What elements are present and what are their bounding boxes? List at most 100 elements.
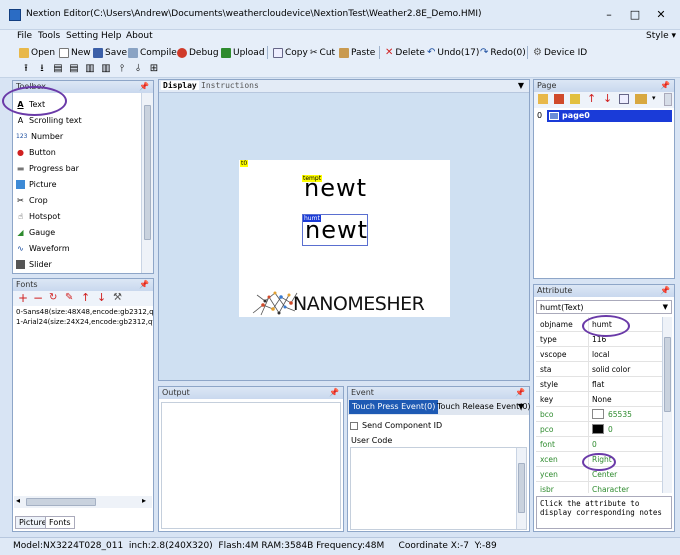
redo-button[interactable]: ↷ Redo(0) xyxy=(480,45,526,60)
attribute-value[interactable]: solid color xyxy=(592,365,630,374)
tab-fonts[interactable]: Fonts xyxy=(45,516,75,529)
attribute-value[interactable]: local xyxy=(592,350,609,359)
send-component-id-checkbox[interactable] xyxy=(350,422,358,430)
tool-waveform[interactable]: ∿ Waveform xyxy=(16,241,69,255)
tool-number[interactable]: 123 Number xyxy=(16,129,63,143)
pin-icon[interactable]: 📌 xyxy=(660,285,670,297)
tool-picture[interactable]: Picture xyxy=(16,177,57,191)
cut-button[interactable]: ✂ Cut xyxy=(310,45,335,60)
same-height-icon[interactable]: ▥ xyxy=(100,63,112,75)
scrollbar-thumb[interactable] xyxy=(664,337,671,412)
menu-setting[interactable]: Setting xyxy=(66,31,98,41)
menu-tools[interactable]: Tools xyxy=(38,31,60,41)
debug-button[interactable]: Debug xyxy=(177,45,219,60)
attribute-value[interactable]: 0 xyxy=(592,440,597,449)
attribute-value[interactable]: None xyxy=(592,395,612,404)
scroll-left-icon[interactable]: ◂ xyxy=(16,496,20,505)
same-width-icon[interactable]: ▥ xyxy=(84,63,96,75)
style-menu[interactable]: Style ▾ xyxy=(646,31,676,41)
align-left-icon[interactable]: ▤ xyxy=(52,63,64,75)
move-down-icon[interactable]: ↓ xyxy=(603,92,612,105)
upload-button[interactable]: Upload xyxy=(221,45,265,60)
humt-text-component[interactable]: humt newt xyxy=(302,214,368,246)
scroll-right-icon[interactable]: ▸ xyxy=(142,496,146,505)
align-bottom-icon[interactable]: ⭳ xyxy=(36,63,48,75)
tool-hotspot[interactable]: ☝ Hotspot xyxy=(16,209,60,223)
delete-button[interactable]: ✕ Delete xyxy=(385,45,425,60)
menu-help[interactable]: Help xyxy=(101,31,122,41)
add-page-icon[interactable] xyxy=(538,94,548,104)
font-item[interactable]: 0-Sans48(size:48X48,encode:gb2312,qyt:82 xyxy=(16,308,153,316)
output-textarea[interactable] xyxy=(161,402,341,529)
pin-icon[interactable]: 📌 xyxy=(139,279,149,291)
compile-button[interactable]: Compile xyxy=(128,45,177,60)
attribute-row-key[interactable]: key None xyxy=(536,392,664,407)
pin-icon[interactable]: 📌 xyxy=(660,80,670,92)
align-top-icon[interactable]: ⭱ xyxy=(20,63,32,75)
tool-button[interactable]: ● Button xyxy=(16,145,56,159)
attribute-value[interactable]: Center xyxy=(592,470,617,479)
attribute-row-font[interactable]: font 0 xyxy=(536,437,664,452)
attribute-row-bco[interactable]: bco 65535 xyxy=(536,407,664,422)
code-scrollbar[interactable] xyxy=(516,448,526,529)
align-right-icon[interactable]: ▤ xyxy=(68,63,80,75)
tool-crop[interactable]: ✂ Crop xyxy=(16,193,48,207)
pin-icon[interactable]: 📌 xyxy=(329,387,339,399)
pin-icon[interactable]: 📌 xyxy=(139,81,149,93)
scrollbar-thumb[interactable] xyxy=(26,498,96,506)
attribute-value[interactable]: 65535 xyxy=(608,410,632,419)
tool-progress-bar[interactable]: ▬ Progress bar xyxy=(16,161,79,175)
copy-page-icon[interactable] xyxy=(619,94,629,104)
attribute-value[interactable]: Character xyxy=(592,485,629,493)
undo-button[interactable]: ↶ Undo(17) xyxy=(427,45,479,60)
copy-button[interactable]: Copy xyxy=(273,45,308,60)
user-code-editor[interactable] xyxy=(350,447,527,530)
tool-gauge[interactable]: ◢ Gauge xyxy=(16,225,55,239)
move-up-icon[interactable]: ↑ xyxy=(587,92,596,105)
toolbar-scroll[interactable] xyxy=(664,93,672,106)
save-button[interactable]: Save xyxy=(93,45,127,60)
fonts-hscrollbar[interactable]: ◂ ▸ xyxy=(14,496,152,508)
scrollbar-thumb[interactable] xyxy=(518,463,525,513)
display-page[interactable]: t0 tempt newt humt newt NANOMESHER xyxy=(239,160,450,317)
tempt-text-component[interactable]: tempt newt xyxy=(302,175,366,200)
center-h-icon[interactable]: ⫯ xyxy=(116,63,128,75)
page-item[interactable]: page0 xyxy=(547,110,672,122)
tool-slider[interactable]: Slider xyxy=(16,257,52,271)
menu-file[interactable]: File xyxy=(17,31,32,41)
attribute-row-isbr[interactable]: isbr Character xyxy=(536,482,664,493)
grid-icon[interactable]: ⊞ xyxy=(148,63,160,75)
delete-page-icon[interactable] xyxy=(554,94,564,104)
edit-font-icon[interactable]: ✎ xyxy=(65,292,73,303)
tab-display[interactable]: Display xyxy=(161,81,199,90)
tab-instructions[interactable]: Instructions xyxy=(201,81,259,90)
attribute-row-sta[interactable]: sta solid color xyxy=(536,362,664,377)
move-up-icon[interactable]: ↑ xyxy=(81,291,90,304)
attribute-value[interactable]: flat xyxy=(592,380,604,389)
add-font-icon[interactable]: + xyxy=(18,291,28,305)
toolbox-scrollbar[interactable] xyxy=(141,93,153,273)
move-down-icon[interactable]: ↓ xyxy=(97,291,106,304)
device-id-button[interactable]: ⚙ Device ID xyxy=(533,45,587,60)
attribute-scrollbar[interactable] xyxy=(662,317,672,493)
color-swatch[interactable] xyxy=(592,409,604,419)
paste-button[interactable]: Paste xyxy=(339,45,375,60)
attribute-row-style[interactable]: style flat xyxy=(536,377,664,392)
tabs-dropdown-icon[interactable]: ▼ xyxy=(518,402,524,411)
close-button[interactable]: ✕ xyxy=(652,7,670,23)
remove-font-icon[interactable]: − xyxy=(33,291,43,305)
menu-about[interactable]: About xyxy=(126,31,153,41)
attribute-row-pco[interactable]: pco 0 xyxy=(536,422,664,437)
font-item[interactable]: 1-Arial24(size:24X24,encode:gb2312,qyt:8… xyxy=(16,318,153,326)
open-button[interactable]: Open xyxy=(19,45,55,60)
minimize-button[interactable]: – xyxy=(600,7,618,23)
maximize-button[interactable]: □ xyxy=(626,7,644,23)
attribute-value[interactable]: 0 xyxy=(608,425,613,434)
refresh-font-icon[interactable]: ↻ xyxy=(49,292,57,303)
center-v-icon[interactable]: ⫰ xyxy=(132,63,144,75)
dropdown-icon[interactable]: ▾ xyxy=(652,94,656,102)
color-swatch[interactable] xyxy=(592,424,604,434)
scrollbar-thumb[interactable] xyxy=(144,105,151,240)
new-button[interactable]: New xyxy=(59,45,91,60)
font-generator-icon[interactable]: ⚒ xyxy=(113,292,122,303)
